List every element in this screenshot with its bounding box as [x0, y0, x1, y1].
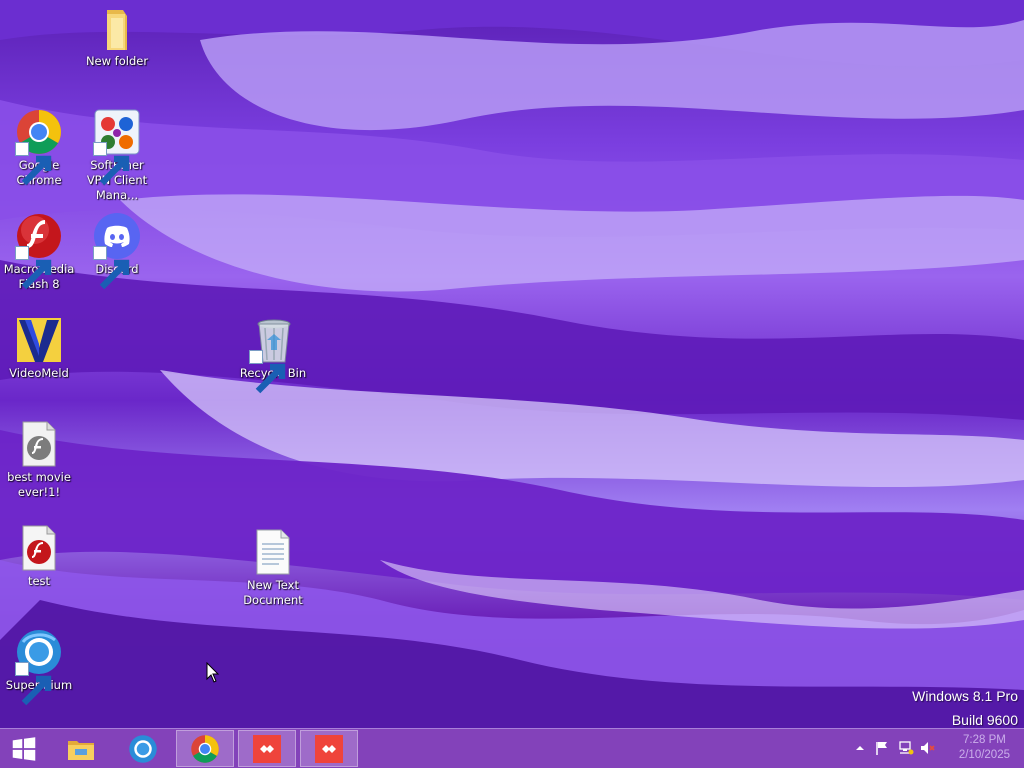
desktop-icon-new-folder[interactable]: New folder: [78, 4, 156, 69]
supermium-icon: [15, 628, 63, 706]
desktop[interactable]: New folder Google Chrome SoftEther VPN C…: [0, 0, 1024, 728]
desktop-icon-label: New folder: [85, 54, 149, 68]
supermium-icon: [129, 734, 157, 763]
desktop-icon-google-chrome[interactable]: Google Chrome: [0, 108, 78, 188]
recycle-bin-icon: [249, 316, 297, 394]
desktop-icon-label: test: [27, 574, 51, 588]
desktop-icon-videomeld[interactable]: VideoMeld: [0, 316, 78, 381]
file-explorer-icon: [68, 740, 94, 760]
taskbar-anydesk-1[interactable]: [238, 730, 296, 767]
text-document-icon: [249, 528, 297, 576]
windows-start-icon: [12, 736, 36, 761]
flash-icon: [15, 212, 63, 290]
desktop-icon-test[interactable]: test: [0, 524, 78, 589]
desktop-icon-label: VideoMeld: [9, 366, 69, 380]
desktop-icon-best-movie[interactable]: best movie ever!1!: [0, 420, 78, 500]
videomeld-icon: [15, 316, 63, 364]
desktop-icon-discord[interactable]: Discord: [78, 212, 156, 290]
clock-time: 7:28 PM: [963, 734, 1006, 746]
folder-icon: [93, 4, 141, 52]
discord-icon: [93, 212, 141, 290]
shortcut-arrow-icon: [15, 246, 52, 290]
clock-date: 2/10/2025: [958, 749, 1010, 761]
desktop-icon-supermium[interactable]: Supermium: [0, 628, 78, 706]
network-icon[interactable]: [898, 740, 914, 756]
softether-vpn-icon: [93, 108, 141, 186]
shortcut-arrow-icon: [15, 142, 52, 186]
chrome-icon: [15, 108, 63, 186]
flash-document-file-icon: [15, 524, 63, 572]
anydesk-icon: [253, 734, 281, 763]
desktop-icon-label: best movie ever!1!: [7, 470, 71, 499]
shortcut-arrow-icon: [93, 142, 130, 186]
desktop-icon-recycle-bin[interactable]: Recycle Bin: [234, 316, 312, 394]
anydesk-icon: [315, 734, 343, 763]
desktop-icon-softether-vpn[interactable]: SoftEther VPN Client Mana...: [78, 108, 156, 203]
notification-area: 7:28 PM 2/10/2025: [844, 729, 1024, 768]
mouse-pointer-icon: [206, 662, 220, 683]
windows-version-watermark: Windows 8.1 Pro Build 9600: [912, 684, 1018, 728]
flash-movie-file-icon: [15, 420, 63, 468]
chrome-icon: [191, 734, 219, 763]
volume-muted-icon[interactable]: [920, 740, 936, 756]
shortcut-arrow-icon: [249, 350, 286, 394]
desktop-icon-macromedia-flash-8[interactable]: Macromedia Flash 8: [0, 212, 78, 292]
action-center-flag-icon[interactable]: [874, 740, 890, 756]
taskbar-supermium[interactable]: [114, 730, 172, 767]
shortcut-arrow-icon: [93, 246, 130, 290]
watermark-build: Build 9600: [951, 712, 1018, 728]
watermark-edition: Windows 8.1 Pro: [912, 688, 1018, 704]
desktop-icon-new-text-document[interactable]: New Text Document: [234, 528, 312, 608]
desktop-icon-label: New Text Document: [243, 578, 303, 607]
clock[interactable]: 7:28 PM 2/10/2025: [959, 733, 1010, 763]
taskbar-chrome[interactable]: [176, 730, 234, 767]
show-hidden-icons-chevron-icon[interactable]: [852, 740, 868, 756]
taskbar: 7:28 PM 2/10/2025: [0, 728, 1024, 768]
taskbar-file-explorer[interactable]: [52, 730, 110, 767]
start-button[interactable]: [0, 730, 48, 767]
shortcut-arrow-icon: [15, 662, 52, 706]
taskbar-anydesk-2[interactable]: [300, 730, 358, 767]
